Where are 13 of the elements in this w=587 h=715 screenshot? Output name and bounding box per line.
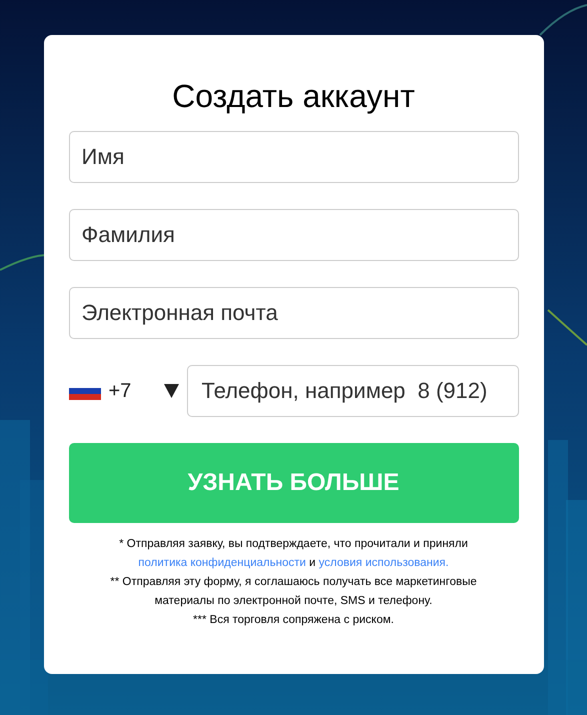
input-field[interactable]: Электронная почта (68, 287, 518, 339)
terms-link[interactable]: условия использования. (318, 557, 449, 569)
disclaimer-text: ** Отправляя эту форму, я соглашаюсь получать все маркетинговые материалы по электронной почте, SMS и телефону. (109, 575, 478, 609)
country-select[interactable]: +7 (68, 365, 186, 417)
disclaimer-text: *** Вся торговля сопряжена с риском. (192, 613, 395, 628)
privacy-link[interactable]: политика конфиденциальности (138, 557, 306, 569)
form-title: Создать аккаунт (171, 77, 416, 116)
input-field[interactable]: Фамилия (68, 209, 518, 261)
submit-button[interactable]: УЗНАТЬ БОЛЬШЕ (68, 443, 518, 523)
caret-icon (164, 384, 178, 398)
consent-text: * Отправляя заявку, вы подтверждаете, что прочитали и приняли политика конфиденциальности и условия использования. (118, 537, 469, 571)
phone-field[interactable]: Телефон, например 8 (912) (186, 365, 518, 417)
input-field[interactable]: Имя (68, 131, 518, 183)
